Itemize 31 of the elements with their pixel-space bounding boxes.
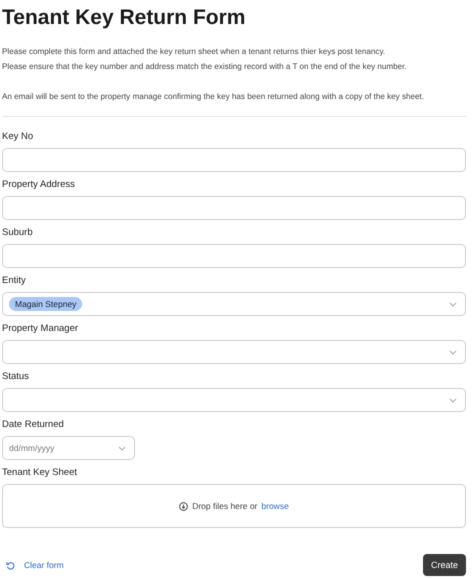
download-icon bbox=[179, 502, 188, 510]
field-label: Property Address bbox=[2, 179, 76, 190]
chevron-down-icon bbox=[449, 302, 457, 307]
chevron-down-icon bbox=[449, 350, 457, 355]
create-button[interactable]: Create bbox=[422, 554, 466, 576]
file-drop-zone[interactable]: Drop files here or browse bbox=[2, 484, 466, 528]
clear-form-button[interactable]: Clear form bbox=[2, 560, 68, 570]
field-label: Key No bbox=[2, 131, 34, 142]
text-input[interactable] bbox=[2, 148, 466, 172]
field-label: Property Manager bbox=[2, 323, 80, 334]
chevron-down-icon bbox=[118, 446, 126, 451]
select-field[interactable]: Magain Stepney bbox=[2, 292, 466, 316]
reset-icon bbox=[6, 560, 15, 570]
form-title: Tenant Key Return Form bbox=[2, 6, 246, 30]
email-note: An email will be sent to the property manage confirming the key has been returned along with a copy of the key sheet. bbox=[2, 91, 426, 103]
text-input[interactable] bbox=[2, 244, 466, 268]
select-field[interactable] bbox=[2, 388, 466, 412]
intro-text: Please ensure that the key number and address match the existing record with a T on the end of the key number. bbox=[2, 61, 408, 73]
chevron-down-icon bbox=[449, 398, 457, 403]
browse-link[interactable]: browse bbox=[261, 501, 289, 511]
field-label: Status bbox=[2, 371, 30, 382]
field-label: Date Returned bbox=[2, 419, 65, 430]
intro-text: Please complete this form and attached the key return sheet when a tenant returns thier keys post tenancy. bbox=[2, 46, 386, 58]
select-field[interactable] bbox=[2, 340, 466, 364]
drop-text: Drop files here or bbox=[192, 501, 258, 511]
date-field[interactable]: dd/mm/yyyy bbox=[2, 436, 135, 460]
field-label: Suburb bbox=[2, 227, 34, 238]
text-input[interactable] bbox=[2, 196, 466, 220]
field-label: Entity bbox=[2, 275, 27, 286]
selected-tag[interactable]: Magain Stepney bbox=[9, 297, 82, 311]
field-label: Tenant Key Sheet bbox=[2, 467, 78, 478]
